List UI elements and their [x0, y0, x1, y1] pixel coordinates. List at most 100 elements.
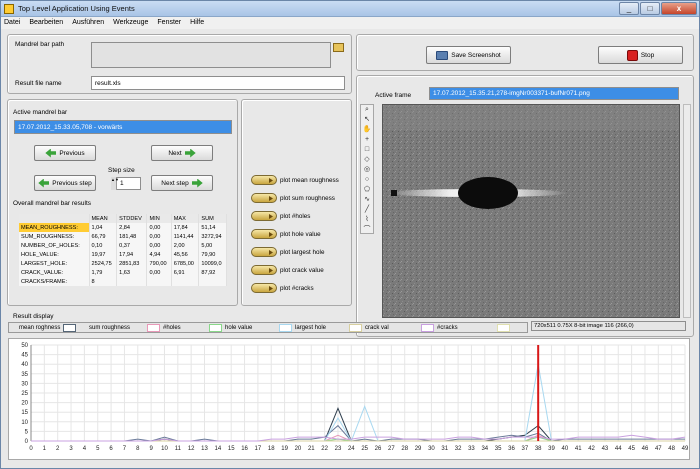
- x-tick-label: 31: [441, 446, 448, 452]
- x-tick-label: 34: [481, 446, 488, 452]
- legend-label: mean roghness: [19, 324, 61, 331]
- table-cell: LARGEST_HOLE:: [19, 259, 90, 268]
- table-cell: [171, 277, 200, 286]
- table-cell: 45,56: [171, 250, 200, 259]
- table-cell: 17,84: [171, 223, 200, 232]
- mandrel-path-label: Mandrel bar path: [15, 41, 65, 48]
- active-frame-field[interactable]: 17.07.2012_15.35.21,278-imgNr003371-bufN…: [429, 87, 679, 100]
- maximize-button[interactable]: □: [640, 2, 660, 15]
- x-tick-label: 38: [535, 446, 542, 452]
- y-tick-label: 15: [21, 410, 28, 416]
- result-file-field[interactable]: result.xls: [91, 76, 345, 90]
- broken-line-icon[interactable]: ⌇: [361, 215, 373, 225]
- plot-button-label: plot hole value: [280, 230, 321, 238]
- next-button[interactable]: Next: [151, 145, 213, 161]
- arrow-right-icon: [191, 178, 203, 188]
- table-cell: 1,79: [89, 268, 118, 277]
- stop-icon: [626, 49, 638, 61]
- minimize-button[interactable]: _: [619, 2, 639, 15]
- table-cell: 19,97: [89, 250, 118, 259]
- freehand-icon[interactable]: ∿: [361, 195, 373, 205]
- crosshair-icon[interactable]: +: [361, 135, 373, 145]
- x-tick-label: 9: [149, 446, 153, 452]
- active-mandrel-select[interactable]: 17.07.2012_15.33.05,708 - vorwärts: [14, 120, 232, 134]
- menu-ausfuehren[interactable]: Ausführen: [72, 17, 104, 29]
- annulus-icon[interactable]: ◎: [361, 165, 373, 175]
- menu-datei[interactable]: Datei: [4, 17, 20, 29]
- mandrel-path-field[interactable]: [91, 42, 331, 68]
- legend-item[interactable]: hole value: [209, 323, 252, 332]
- menu-fenster[interactable]: Fenster: [157, 17, 181, 29]
- table-cell: 87,92: [198, 268, 227, 277]
- polygon-icon[interactable]: ⬠: [361, 185, 373, 195]
- plot-button-label: plot mean roughness: [280, 176, 339, 184]
- rotated-rect-icon[interactable]: ◇: [361, 155, 373, 165]
- stepper-icon[interactable]: ▲▼: [111, 177, 119, 190]
- close-button[interactable]: x: [661, 2, 697, 15]
- ellipse-icon[interactable]: ○: [361, 175, 373, 185]
- menu-hilfe[interactable]: Hilfe: [190, 17, 204, 29]
- previous-step-button[interactable]: Previous step: [34, 175, 96, 191]
- legend-item[interactable]: mean roghness: [19, 323, 77, 332]
- plot-sum-roughness-button[interactable]: plot sum roughness: [251, 193, 335, 203]
- table-cell: 8: [89, 277, 118, 286]
- legend-item[interactable]: [497, 323, 510, 332]
- image-display[interactable]: [382, 104, 680, 318]
- result-graph[interactable]: 0 5 10 15 20 25 30 35 40 45 50 0 1 2 3 4 5 6 7 8 9 10 11 12 13 14…: [8, 338, 690, 460]
- active-frame-label: Active frame: [375, 92, 412, 99]
- x-tick-label: 39: [548, 446, 555, 452]
- legend-label: largest hole: [295, 324, 327, 331]
- arrow-right-icon: [184, 148, 196, 158]
- table-cell: 0,00: [146, 232, 172, 241]
- x-tick-label: 27: [388, 446, 395, 452]
- plot-cracks-button[interactable]: plot #cracks: [251, 283, 314, 293]
- line-icon[interactable]: ╱: [361, 205, 373, 215]
- y-tick-label: 50: [21, 343, 28, 349]
- pointer-icon[interactable]: ↖: [361, 115, 373, 125]
- window-title: Top Level Application Using Events: [18, 4, 135, 13]
- plot-crack-value-button[interactable]: plot crack value: [251, 265, 324, 275]
- rect-icon[interactable]: □: [361, 145, 373, 155]
- plot-toggle-icon: [251, 211, 277, 221]
- zoom-icon[interactable]: ⌕: [361, 105, 373, 115]
- legend-item[interactable]: crack val: [349, 323, 389, 332]
- legend-item[interactable]: #holes: [147, 323, 181, 332]
- table-cell: 0,37: [116, 241, 148, 250]
- table-cell: SUM_ROUGHNESS:: [19, 232, 90, 241]
- result-file-label: Result file name: [15, 80, 62, 87]
- x-tick-label: 41: [575, 446, 582, 452]
- save-screenshot-button[interactable]: Save Screenshot: [426, 46, 511, 64]
- legend-item[interactable]: largest hole: [279, 323, 326, 332]
- table-row: CRACK_VALUE: 1,79 1,63 0,00 6,91 87,92: [19, 268, 227, 277]
- stop-button[interactable]: Stop: [598, 46, 683, 64]
- x-tick-label: 49: [682, 446, 689, 452]
- plot-holes-button[interactable]: plot #holes: [251, 211, 310, 221]
- plot-largest-hole-button[interactable]: plot largest hole: [251, 247, 324, 257]
- results-header: MAX: [171, 214, 200, 223]
- table-cell: 2524,75: [89, 259, 118, 268]
- results-header: SUM: [198, 214, 227, 223]
- plot-hole-value-button[interactable]: plot hole value: [251, 229, 321, 239]
- arrow-left-icon: [38, 178, 50, 188]
- curve-icon[interactable]: ⌒: [361, 225, 373, 235]
- pan-icon[interactable]: ✋: [361, 125, 373, 135]
- next-step-button[interactable]: Next step: [151, 175, 213, 191]
- x-tick-label: 28: [401, 446, 408, 452]
- plot-mean-roughness-button[interactable]: plot mean roughness: [251, 175, 339, 185]
- legend-item[interactable]: #cracks: [421, 323, 458, 332]
- legend-item[interactable]: sum roughness: [89, 323, 130, 332]
- folder-icon[interactable]: [333, 43, 344, 52]
- result-chart: 051015202530354045500 1 2 3 4 5 6 7 8 9 10 11 12 13 14…: [21, 343, 689, 452]
- menu-bearbeiten[interactable]: Bearbeiten: [29, 17, 63, 29]
- previous-button[interactable]: Previous: [34, 145, 96, 161]
- next-label: Next: [168, 149, 182, 157]
- image-scrollbar[interactable]: [683, 104, 691, 318]
- legend-swatch: [63, 323, 77, 332]
- menu-werkzeuge[interactable]: Werkzeuge: [113, 17, 148, 29]
- y-tick-label: 5: [25, 429, 29, 435]
- mandrel-image: [383, 105, 679, 317]
- x-tick-label: 13: [201, 446, 208, 452]
- x-tick-label: 43: [602, 446, 609, 452]
- x-tick-label: 14: [215, 446, 222, 452]
- results-label: Overall mandrel bar results: [13, 200, 92, 207]
